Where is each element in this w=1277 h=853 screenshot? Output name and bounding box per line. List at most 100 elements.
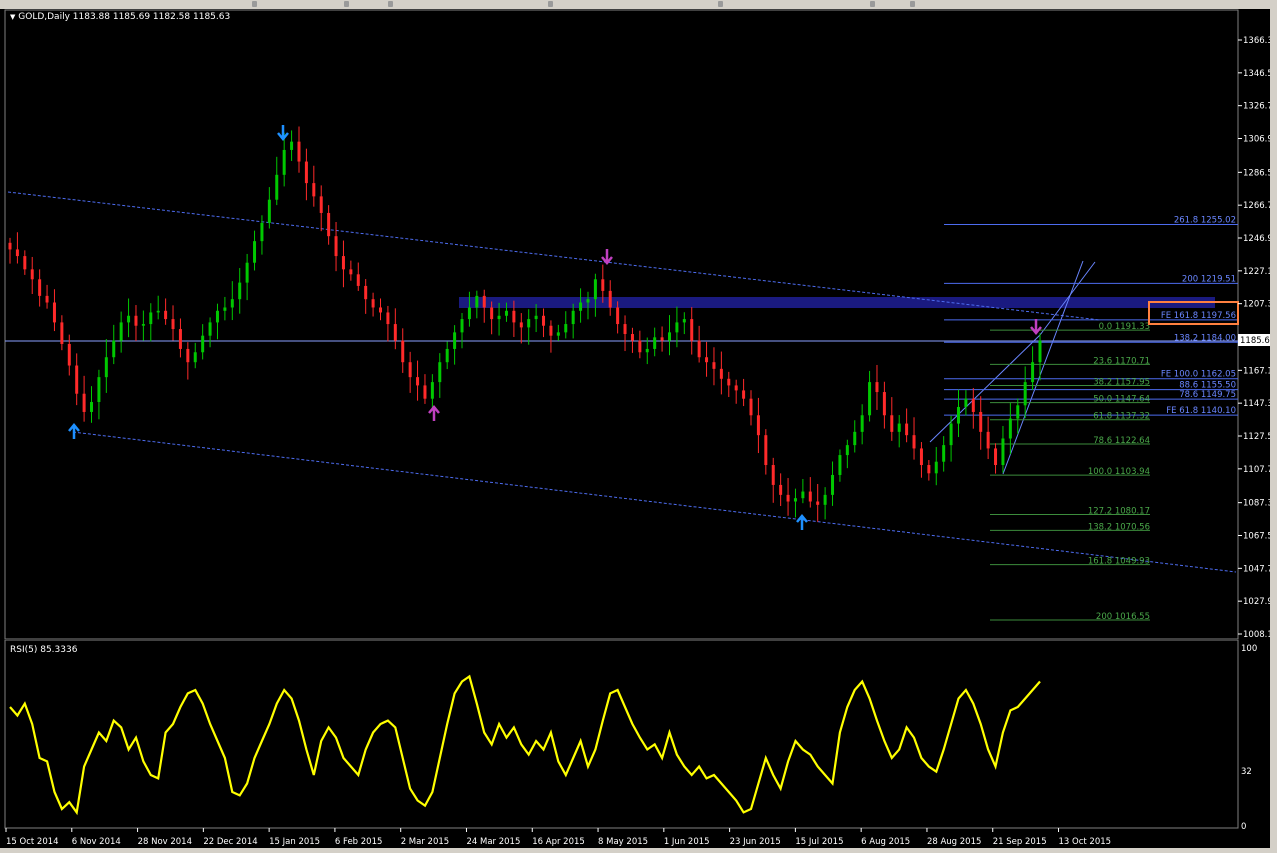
candle-body	[690, 319, 694, 341]
fib-green-label: 161.8 1049.93	[1088, 557, 1150, 567]
candle-body	[860, 415, 864, 432]
price-tick-label: 1047.70	[1243, 564, 1270, 574]
candle-body	[467, 307, 471, 320]
rsi-frame	[4, 640, 1239, 829]
fib-green-label: 78.6 1122.64	[1093, 436, 1150, 446]
price-tick-label: 1266.70	[1243, 201, 1270, 211]
candle-body	[215, 310, 219, 323]
candle-body	[682, 319, 686, 323]
candle-body	[556, 332, 560, 336]
candle-body	[623, 324, 627, 335]
candle-body	[719, 368, 723, 379]
candle-body	[393, 324, 397, 341]
fib-green-label: 38.2 1157.95	[1093, 378, 1150, 388]
candle-body	[253, 241, 257, 263]
candle-body	[349, 269, 353, 275]
time-tick-label: 15 Jul 2015	[795, 837, 843, 847]
toolbar-button[interactable]	[388, 1, 393, 7]
candle-body	[1023, 382, 1027, 406]
time-tick-label: 24 Mar 2015	[466, 837, 520, 847]
candle-body	[823, 494, 827, 505]
candle-body	[416, 377, 420, 386]
candle-body	[919, 448, 923, 466]
candle-body	[616, 307, 620, 325]
candle-body	[667, 332, 671, 341]
candle-body	[994, 448, 998, 466]
toolbar-button[interactable]	[870, 1, 875, 7]
price-tick-label: 1127.50	[1243, 432, 1270, 442]
candle-body	[793, 498, 797, 502]
candle-body	[82, 393, 86, 412]
candle-body	[838, 455, 842, 475]
candle-body	[445, 348, 449, 363]
candle-body	[23, 256, 27, 270]
scrollbar-strip[interactable]	[1270, 9, 1277, 853]
status-strip	[0, 848, 1277, 853]
candle-body	[630, 334, 634, 341]
candle-body	[438, 362, 442, 383]
candle-body	[527, 319, 531, 328]
rsi-panel[interactable]: 100 32 0 15 Oct 2014 6 Nov 2014 28 Nov 2014 2…	[0, 640, 1270, 848]
candle-body	[297, 141, 301, 162]
candle-body	[660, 337, 664, 341]
time-tick-label: 1 Jun 2015	[664, 837, 710, 847]
price-tick-label: 1246.90	[1243, 234, 1270, 244]
candle-body	[423, 385, 427, 399]
candle-body	[956, 406, 960, 424]
price-tick-label: 1147.30	[1243, 399, 1270, 409]
candle-body	[75, 365, 79, 394]
candle-body	[52, 302, 56, 323]
candle-body	[853, 431, 857, 446]
price-tick-label: 1346.50	[1243, 69, 1270, 79]
toolbar-button[interactable]	[252, 1, 257, 7]
candle-body	[727, 378, 731, 386]
fib-green-label: 23.6 1170.71	[1093, 356, 1150, 366]
candle-body	[875, 382, 879, 393]
candle-body	[364, 285, 368, 300]
candle-body	[1008, 418, 1012, 439]
time-tick-label: 6 Aug 2015	[861, 837, 910, 847]
time-tick-label: 2 Mar 2015	[401, 837, 449, 847]
candle-body	[734, 385, 738, 391]
fib-green-label: 61.8 1137.32	[1093, 412, 1150, 422]
toolbar-button[interactable]	[548, 1, 553, 7]
candle-body	[15, 249, 19, 257]
candle-body	[831, 474, 835, 495]
candle-body	[401, 340, 405, 363]
rsi-tick-label: 100	[1241, 644, 1257, 654]
price-chart[interactable]: 261.8 1255.02 200 1219.51 FE 161.8 1197.56…	[0, 9, 1270, 640]
candle-body	[475, 295, 479, 308]
toolbar-button[interactable]	[344, 1, 349, 7]
time-tick-label: 13 Oct 2015	[1059, 837, 1112, 847]
candle-body	[675, 322, 679, 333]
candle-body	[593, 279, 597, 300]
candle-body	[371, 299, 375, 308]
fib-green-label: 138.2 1070.56	[1088, 522, 1150, 532]
candle-body	[490, 307, 494, 320]
fib-blue-label: FE 161.8 1197.56	[1161, 311, 1236, 321]
candle-body	[112, 340, 116, 358]
candle-body	[127, 315, 131, 323]
toolbar-button[interactable]	[910, 1, 915, 7]
fib-blue-label: 88.6 1155.50	[1179, 381, 1236, 391]
candle-body	[260, 222, 264, 242]
candle-body	[90, 402, 94, 412]
time-tick-label: 6 Nov 2014	[72, 837, 121, 847]
candle-body	[808, 491, 812, 502]
fib-blue-label: FE 100.0 1162.05	[1161, 370, 1236, 380]
candle-body	[327, 212, 331, 237]
candle-body	[97, 377, 101, 403]
fib-green-label: 50.0 1147.64	[1093, 395, 1150, 405]
fib-green-label: 127.2 1080.17	[1088, 506, 1150, 516]
candle-body	[779, 484, 783, 495]
dropdown-arrow-icon[interactable]: ▼	[10, 13, 15, 21]
time-tick-label: 16 Apr 2015	[532, 837, 585, 847]
candle-body	[334, 236, 338, 257]
candle-body	[534, 315, 538, 320]
current-price-label: 1185.63	[1240, 336, 1270, 346]
candle-body	[764, 435, 768, 466]
candle-body	[949, 423, 953, 446]
candle-body	[67, 343, 71, 366]
time-tick-label: 8 May 2015	[598, 837, 648, 847]
toolbar-button[interactable]	[718, 1, 723, 7]
